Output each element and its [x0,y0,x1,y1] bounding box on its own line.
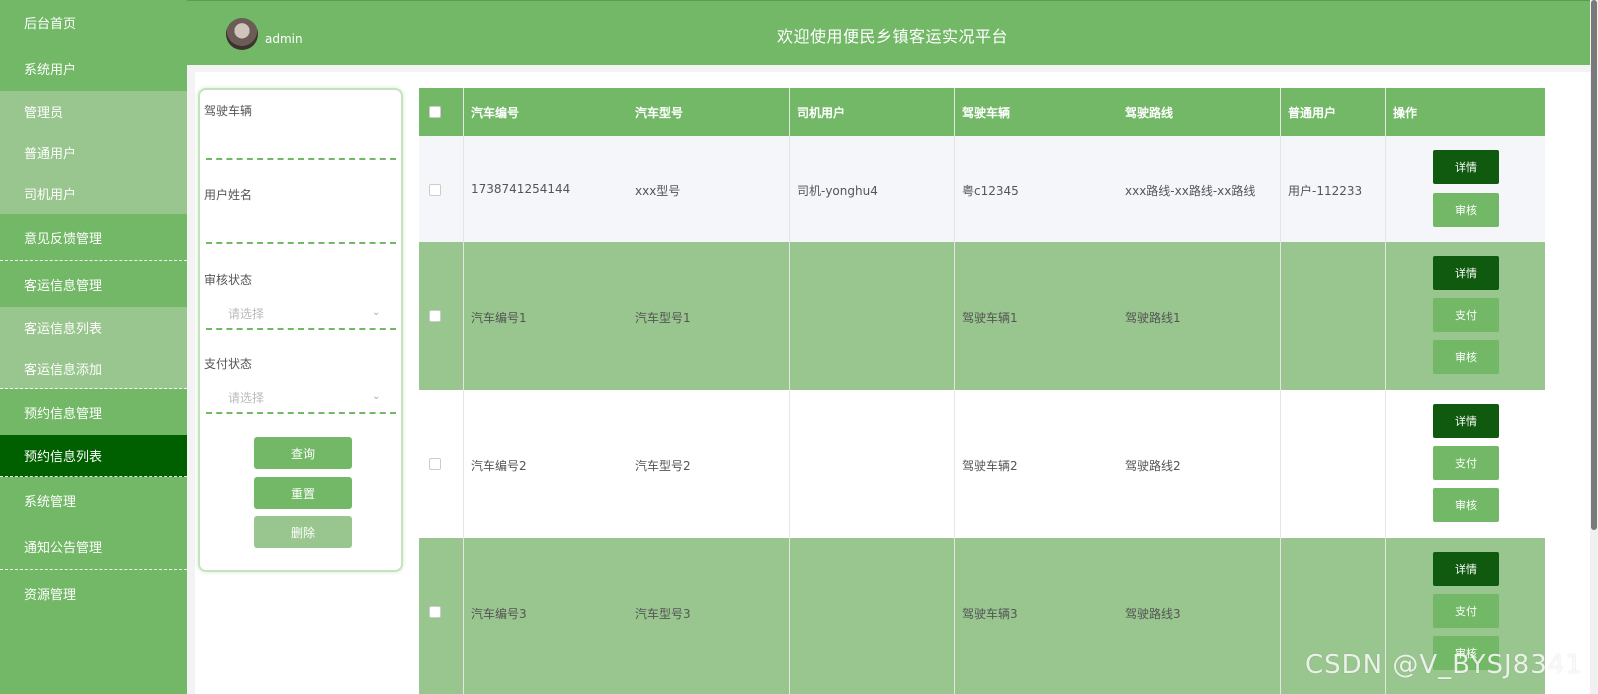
detail-button[interactable]: 详情 [1433,150,1499,184]
data-table: 汽车编号 汽车型号 司机用户 驾驶车辆 驾驶路线 普通用户 操作 1738741… [419,88,1545,694]
sidebar-item-notice-mgmt[interactable]: 通知公告管理 [0,523,187,570]
header-driver: 司机用户 [797,105,846,120]
cell-car-model: 汽车型号2 [635,459,691,473]
query-button[interactable]: 查询 [254,437,352,469]
cell-vehicle: 驾驶车辆3 [962,607,1018,621]
cell-car-model: xxx型号 [635,184,681,198]
column-divider [1385,88,1386,694]
header-vehicle: 驾驶车辆 [962,105,1011,120]
cell-vehicle: 粤c12345 [962,184,1019,198]
page-title: 欢迎使用便民乡镇客运实况平台 [776,27,1008,46]
pay-status-label: 支付状态 [204,357,253,371]
sidebar-item-admin[interactable]: 管理员 [0,91,187,132]
cell-route: xxx路线-xx路线-xx路线 [1125,184,1256,198]
sidebar-item-normal-user[interactable]: 普通用户 [0,132,187,173]
cell-car-no: 1738741254144 [471,182,571,196]
scrollbar-thumb[interactable] [1591,0,1597,530]
audit-button[interactable]: 审核 [1433,488,1499,522]
sidebar-item-transport-list[interactable]: 客运信息列表 [0,307,187,348]
sidebar: 后台首页 系统用户 管理员 普通用户 司机用户 意见反馈管理 客运信息管理 客运… [0,0,187,694]
column-divider [954,88,955,694]
audit-placeholder: 请选择 [228,307,265,321]
sidebar-item-booking-mgmt[interactable]: 预约信息管理 [0,389,187,435]
cell-route: 驾驶路线2 [1125,459,1181,473]
sidebar-item-transport-add[interactable]: 客运信息添加 [0,348,187,389]
chevron-down-icon: ⌄ [372,307,381,318]
audit-status-select[interactable]: 请选择 ⌄ [200,298,405,330]
sidebar-item-resource-mgmt[interactable]: 资源管理 [0,570,187,616]
pay-button[interactable]: 支付 [1433,298,1499,332]
header-car-model: 汽车型号 [635,105,684,120]
column-divider [463,88,464,694]
row-checkbox[interactable] [429,606,441,618]
main-area: 驾驶车辆 用户姓名 审核状态 请选择 ⌄ 支付状态 请选择 ⌄ 查询 重置 删除 [187,65,1598,694]
pay-underline [206,412,396,414]
search-panel: 驾驶车辆 用户姓名 审核状态 请选择 ⌄ 支付状态 请选择 ⌄ 查询 重置 删除 [198,88,403,572]
header-car-no: 汽车编号 [471,105,520,120]
cell-route: 驾驶路线3 [1125,607,1181,621]
audit-button[interactable]: 审核 [1433,193,1499,227]
content-card: 驾驶车辆 用户姓名 审核状态 请选择 ⌄ 支付状态 请选择 ⌄ 查询 重置 删除 [195,72,1593,694]
column-divider [789,88,790,694]
username-filter-label: 用户姓名 [204,188,253,202]
sidebar-item-home[interactable]: 后台首页 [0,0,187,45]
pay-button[interactable]: 支付 [1433,594,1499,628]
delete-button[interactable]: 删除 [254,516,352,548]
audit-underline [206,328,396,330]
row-checkbox[interactable] [429,458,441,470]
table-header: 汽车编号 汽车型号 司机用户 驾驶车辆 驾驶路线 普通用户 操作 [419,88,1545,136]
header-user: 普通用户 [1288,105,1337,120]
sidebar-item-booking-list[interactable]: 预约信息列表 [0,435,187,477]
sidebar-item-feedback[interactable]: 意见反馈管理 [0,214,187,261]
vehicle-input[interactable] [206,138,396,160]
sidebar-item-driver-user[interactable]: 司机用户 [0,173,187,214]
cell-driver: 司机-yonghu4 [797,184,878,198]
row-checkbox[interactable] [429,310,441,322]
cell-car-model: 汽车型号1 [635,311,691,325]
detail-button[interactable]: 详情 [1433,256,1499,290]
chevron-down-icon: ⌄ [372,391,381,402]
username-input[interactable] [206,222,396,244]
header-actions: 操作 [1393,105,1418,120]
row-checkbox[interactable] [429,184,441,196]
cell-vehicle: 驾驶车辆1 [962,311,1018,325]
cell-route: 驾驶路线1 [1125,311,1181,325]
vehicle-label: 驾驶车辆 [204,104,253,118]
pay-button[interactable]: 支付 [1433,446,1499,480]
cell-car-no: 汽车编号2 [471,459,527,473]
cell-vehicle: 驾驶车辆2 [962,459,1018,473]
detail-button[interactable]: 详情 [1433,552,1499,586]
sidebar-item-transport-mgmt[interactable]: 客运信息管理 [0,261,187,307]
cell-user: 用户-112233 [1288,184,1363,198]
select-all-checkbox[interactable] [429,106,441,118]
sidebar-item-system-mgmt[interactable]: 系统管理 [0,477,187,523]
audit-button[interactable]: 审核 [1433,340,1499,374]
sidebar-item-system-users[interactable]: 系统用户 [0,45,187,91]
cell-car-model: 汽车型号3 [635,607,691,621]
reset-button[interactable]: 重置 [254,477,352,509]
audit-status-label: 审核状态 [204,273,253,287]
column-divider [1280,88,1281,694]
pay-placeholder: 请选择 [228,391,265,405]
header-route: 驾驶路线 [1125,105,1174,120]
watermark: CSDN @V_BYSJ8341 [1305,650,1583,680]
cell-car-no: 汽车编号3 [471,607,527,621]
pay-status-select[interactable]: 请选择 ⌄ [200,382,405,414]
cell-car-no: 汽车编号1 [471,311,527,325]
top-header: admin 欢迎使用便民乡镇客运实况平台 [187,0,1598,65]
detail-button[interactable]: 详情 [1433,404,1499,438]
